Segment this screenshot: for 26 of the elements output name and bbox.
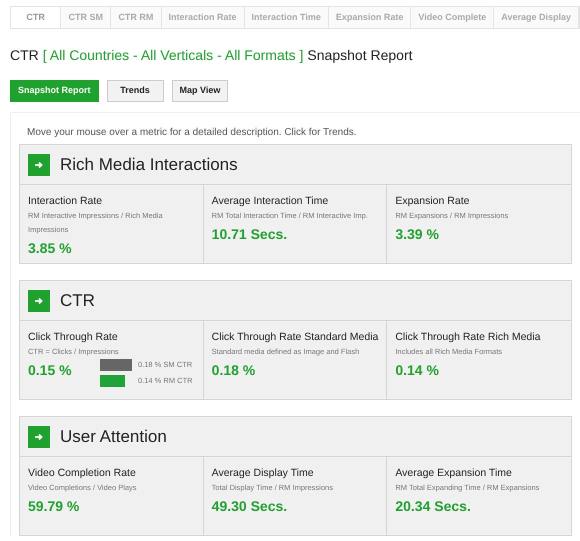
metric-value: 0.15 % [28, 361, 73, 380]
metric-value: 10.71 Secs. [212, 225, 288, 244]
metric-name: Click Through Rate Rich Media [395, 331, 542, 344]
report-metric: CTR [10, 46, 39, 65]
metric-name: Expansion Rate [395, 195, 470, 208]
metric-name: Video Completion Rate [28, 467, 137, 480]
metric-name: Average Display Time [212, 467, 315, 480]
section-title: CTR [60, 290, 95, 312]
metric-name: Average Interaction Time [212, 195, 330, 208]
metric-name: Click Through Rate [28, 331, 119, 344]
section-title: User Attention [60, 426, 167, 448]
metric-value: 20.34 Secs. [395, 497, 471, 516]
metric-value: 3.39 % [395, 225, 440, 244]
metric-value: 49.30 Secs. [212, 497, 288, 516]
metric-name: Average Expansion Time [395, 467, 513, 480]
section-title: Rich Media Interactions [60, 154, 238, 176]
metric-value: 3.85 % [28, 239, 73, 258]
hint-text: Move your mouse over a metric for a detailed description. Click for Trends. [27, 126, 358, 140]
metric-value: 0.18 % [212, 361, 256, 380]
view-button[interactable]: Map View [172, 80, 228, 102]
metric-name: Interaction Rate [28, 195, 104, 208]
report-suffix: Snapshot Report [307, 46, 412, 65]
metric-name: Click Through Rate Standard Media [212, 331, 378, 344]
view-button[interactable]: Trends [106, 80, 164, 102]
metric-value: 59.79 % [28, 497, 80, 516]
metric-value: 0.14 % [395, 361, 440, 380]
